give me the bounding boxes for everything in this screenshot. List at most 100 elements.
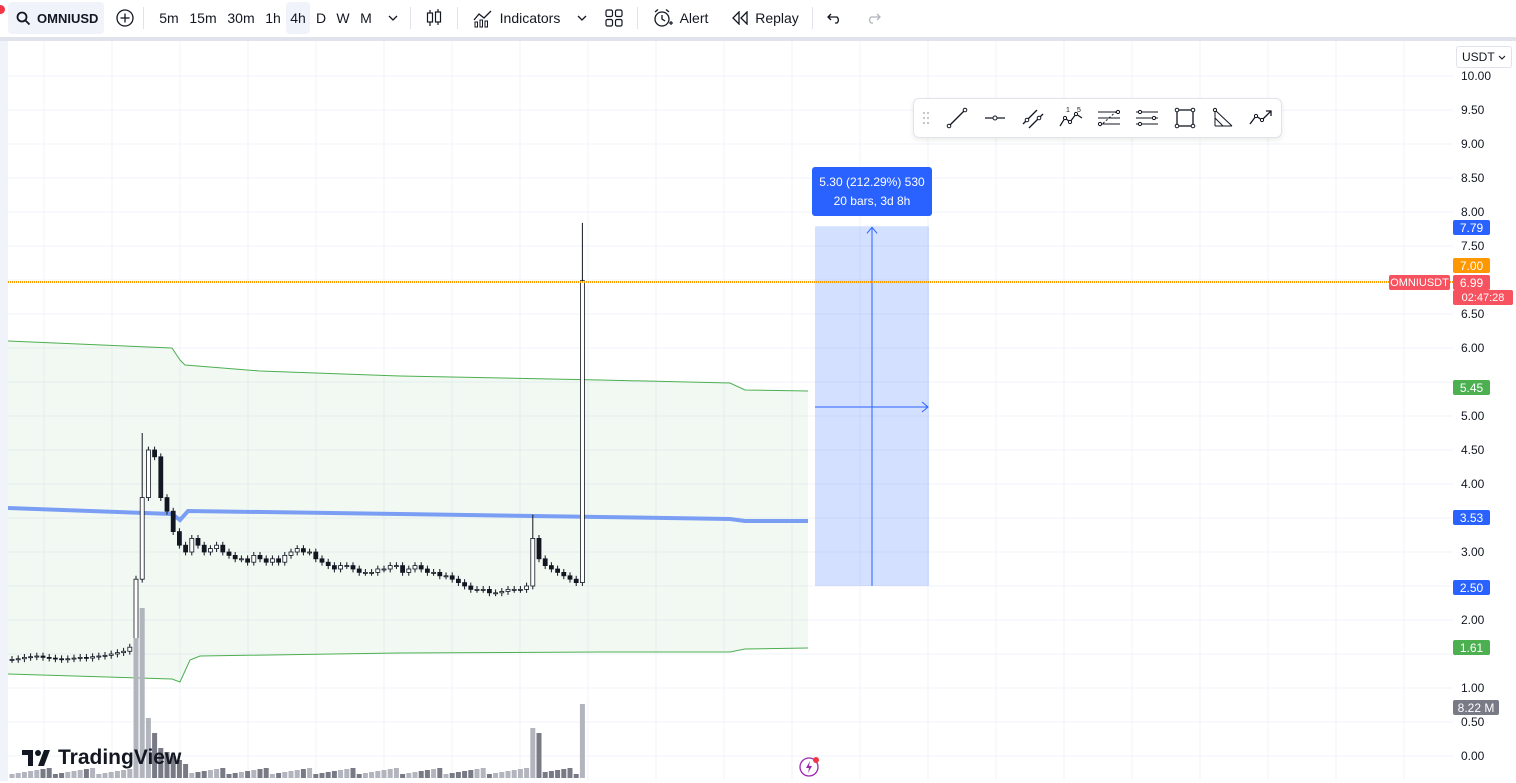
candle-body	[493, 592, 499, 595]
symbol-search[interactable]: OMNIUSD	[8, 2, 104, 34]
candle-body	[102, 654, 108, 657]
volume-bar	[325, 772, 331, 778]
candle-body	[257, 555, 263, 560]
gann-fan-icon[interactable]	[1204, 100, 1242, 136]
volume-bar	[468, 770, 474, 778]
candle-body	[84, 657, 89, 659]
candle-body	[170, 510, 176, 533]
volume-bar	[338, 770, 344, 778]
candle-body	[21, 657, 27, 660]
notification-dot	[0, 5, 5, 14]
volume-bar	[300, 769, 306, 778]
undo-button[interactable]	[822, 2, 848, 34]
fib-retracement-icon[interactable]	[1090, 100, 1128, 136]
volume-bar	[127, 769, 133, 778]
indicators-icon	[473, 10, 492, 28]
alert-button[interactable]: Alert	[646, 2, 714, 34]
candle-body	[251, 555, 257, 563]
interval-d[interactable]: D	[310, 2, 332, 34]
candle-body	[245, 558, 251, 563]
elliott-wave-icon[interactable]: 15	[1052, 100, 1090, 136]
volume-bar	[83, 769, 89, 778]
candle-body	[282, 555, 288, 563]
price-tag: 1.61	[1453, 640, 1490, 655]
drag-handle-icon[interactable]	[914, 100, 938, 136]
candle-body	[431, 572, 437, 574]
candle-body	[437, 572, 443, 577]
candle-body	[15, 658, 21, 661]
price-chart[interactable]	[8, 41, 1453, 781]
volume-bar	[455, 772, 461, 778]
divider	[143, 7, 144, 29]
interval-m[interactable]: M	[354, 2, 378, 34]
divider	[457, 7, 458, 29]
candle-body	[381, 568, 387, 571]
replay-label: Replay	[755, 10, 799, 26]
rectangle-icon[interactable]	[1166, 100, 1204, 136]
candle-body	[455, 578, 461, 584]
interval-dropdown-chevron[interactable]	[383, 2, 403, 34]
replay-button[interactable]: Replay	[726, 2, 804, 34]
interval-1h[interactable]: 1h	[260, 2, 286, 34]
chevron-down-icon	[577, 15, 587, 21]
candle-body	[77, 657, 83, 659]
price-tag: 6.99	[1453, 275, 1490, 290]
forecast-arrow-icon[interactable]	[1242, 100, 1280, 136]
volume-bar	[381, 770, 387, 778]
volume-bar	[369, 772, 375, 778]
events-icon[interactable]	[798, 756, 820, 778]
price-label: 8.50	[1461, 171, 1485, 185]
volume-bar	[195, 772, 201, 778]
divider	[812, 7, 813, 29]
candle-body	[338, 565, 344, 570]
volume-bar	[344, 769, 350, 778]
volume-bar	[493, 773, 499, 778]
volume-bar	[350, 768, 356, 778]
volume-bar	[232, 773, 238, 778]
candle-body	[387, 565, 393, 570]
volume-bar	[406, 773, 412, 778]
candle-body	[121, 650, 126, 654]
indicators-dropdown[interactable]	[572, 2, 592, 34]
candle-body	[53, 657, 58, 660]
layout-button[interactable]	[600, 2, 628, 34]
indicators-button[interactable]: Indicators	[468, 2, 564, 34]
volume-bar	[245, 771, 251, 778]
volume-bar	[294, 770, 300, 778]
interval-30m[interactable]: 30m	[222, 2, 260, 34]
volume-bar	[449, 773, 455, 778]
currency-select[interactable]: USDT	[1456, 46, 1512, 68]
currency-label: USDT	[1462, 50, 1495, 64]
horizontal-ray-icon[interactable]	[976, 100, 1014, 136]
volume-bar	[77, 770, 83, 778]
volume-bar	[437, 768, 443, 778]
candle-body	[115, 652, 120, 655]
tradingview-logo[interactable]: TradingView	[22, 746, 181, 770]
chart-type-button[interactable]	[420, 2, 448, 34]
candle-body	[263, 558, 269, 563]
redo-button[interactable]	[860, 2, 886, 34]
candle-body	[220, 544, 226, 553]
fib-extension-icon[interactable]	[1128, 100, 1166, 136]
candle-body	[152, 449, 158, 458]
price-label: 1.00	[1461, 681, 1485, 695]
interval-15m[interactable]: 15m	[184, 2, 222, 34]
candle-body	[34, 655, 40, 658]
interval-4h[interactable]: 4h	[286, 2, 310, 34]
volume-bar	[238, 772, 244, 778]
volume-bar	[573, 774, 579, 778]
parallel-channel-icon[interactable]	[1014, 100, 1052, 136]
candle-body	[158, 456, 164, 498]
interval-5m[interactable]: 5m	[154, 2, 184, 34]
volume-bar	[548, 771, 554, 778]
volume-bar	[356, 774, 362, 778]
volume-bar	[313, 774, 319, 778]
trend-line-icon[interactable]	[938, 100, 976, 136]
candle-body	[133, 578, 139, 648]
interval-w[interactable]: W	[332, 2, 354, 34]
volume-bar	[443, 774, 449, 778]
compare-add-button[interactable]	[112, 2, 138, 34]
top-toolbar: OMNIUSD 5m 15m 30m 1h 4h D W M Indicators Alert…	[0, 0, 1516, 36]
rewind-icon	[732, 11, 748, 25]
chart-pane[interactable]	[8, 41, 1453, 781]
